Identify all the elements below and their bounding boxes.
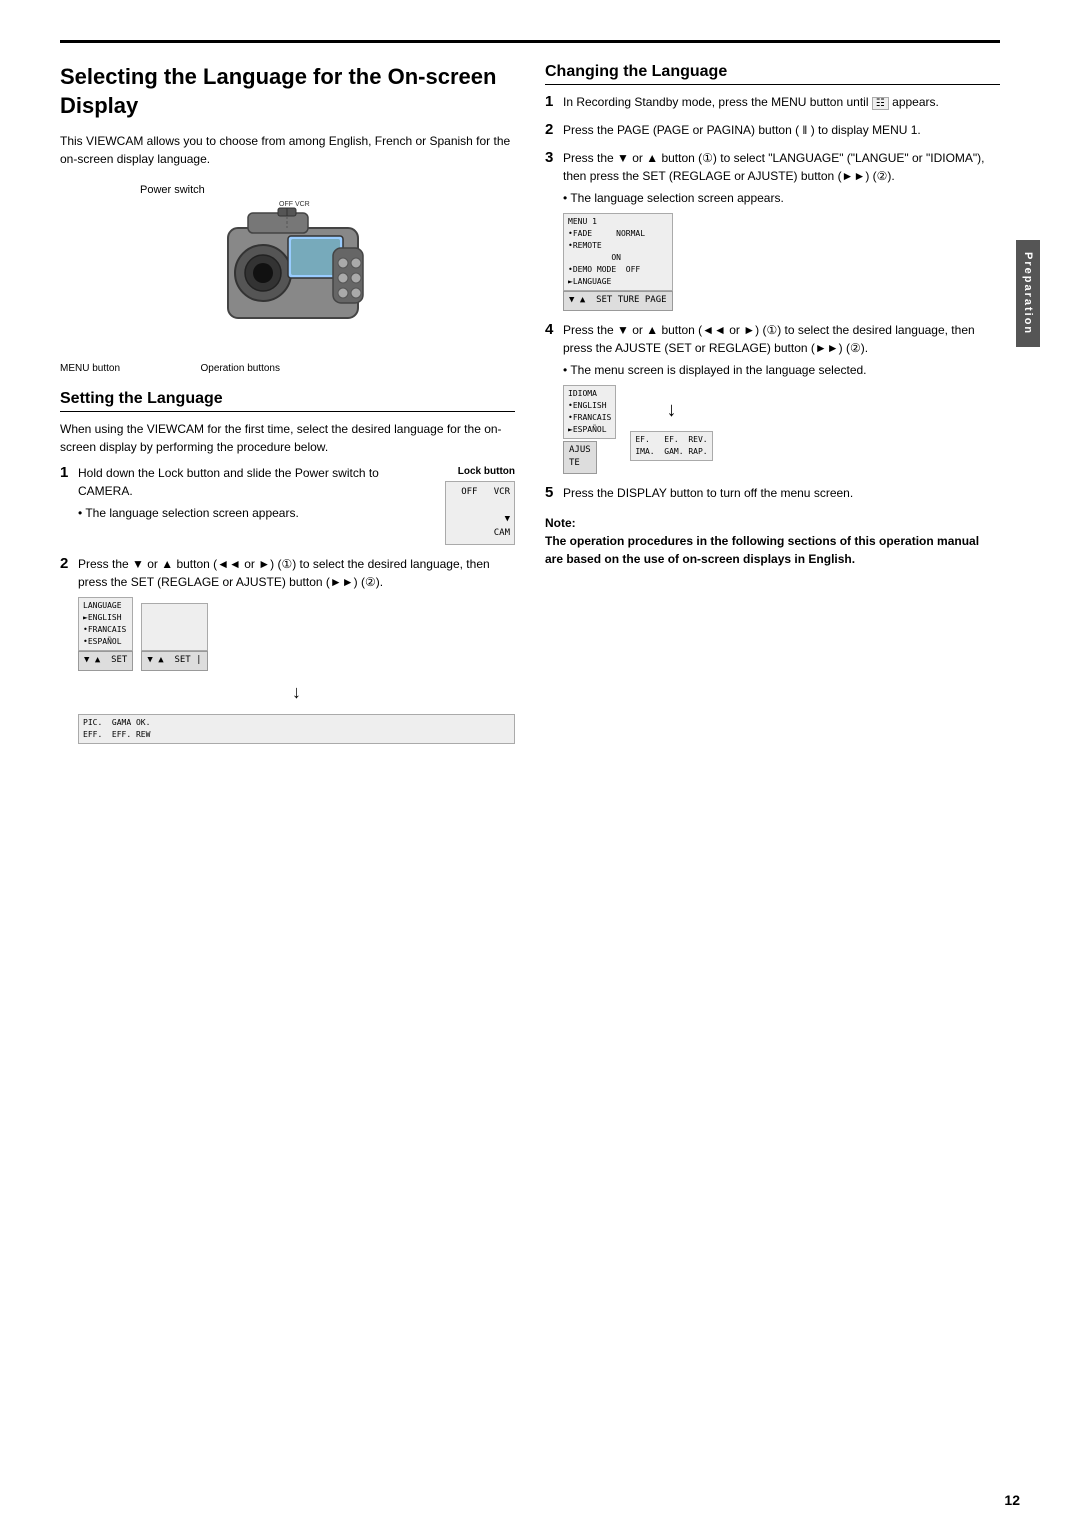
lock-diagram: OFF VCR▼CAM	[445, 481, 515, 545]
step-3-right-number: 3	[545, 149, 563, 166]
lock-button-label: Lock button	[435, 464, 515, 479]
step-4-right-bullets: The menu screen is displayed in the lang…	[563, 361, 1000, 379]
menu1-screen: MENU 1•FADE NORMAL•REMOTE ON•DEMO MODE O…	[563, 213, 673, 311]
step-1-right-main: In Recording Standby mode, press the MEN…	[563, 95, 939, 109]
step-5-right-text: Press the DISPLAY button to turn off the…	[563, 484, 1000, 502]
setting-heading: Setting the Language	[60, 390, 515, 412]
step-1-text: Hold down the Lock button and slide the …	[78, 464, 515, 545]
step-2-right-text: Press the PAGE (PAGE or PAGINA) button (…	[563, 121, 1000, 139]
diagram-set-1: LANGUAGE►ENGLISH•FRANCAIS•ESPAÑOL ▼ ▲ SE…	[78, 597, 515, 671]
down-arrow-right: ↓	[666, 395, 676, 425]
changing-heading: Changing the Language	[545, 63, 1000, 85]
ctrl-row-2: ▼ ▲ SET |	[141, 651, 207, 671]
step-2-diagrams: LANGUAGE►ENGLISH•FRANCAIS•ESPAÑOL ▼ ▲ SE…	[78, 597, 515, 744]
svg-text:OFF VCR: OFF VCR	[279, 201, 310, 208]
step-1-left: 1 Hold down the Lock button and slide th…	[60, 464, 515, 545]
step-3-right-main: Press the ▼ or ▲ button (①) to select "L…	[563, 151, 985, 183]
final-screen-left: PIC. GAMA OK.EFF. EFF. REW	[78, 714, 515, 744]
menu1-ctrl: ▼ ▲ SET TURE PAGE	[563, 291, 673, 311]
lcd-screen-2: ▼ ▲ SET |	[141, 603, 207, 671]
main-title: Selecting the Language for the On-screen…	[60, 63, 515, 120]
note-content: Note: The operation procedures in the fo…	[545, 514, 1000, 568]
ctrl-row-1: ▼ ▲ SET	[78, 651, 133, 671]
idioma-arrow-final: ↓ EF. EF. REV.IMA. GAM. RAP.	[630, 385, 712, 461]
lcd-text-2	[141, 603, 207, 651]
idioma-lcd-wrap: IDIOMA•ENGLISH•FRANCAIS►ESPAÑOL AJUSTE	[563, 385, 616, 474]
final-lcd: PIC. GAMA OK.EFF. EFF. REW	[78, 714, 515, 744]
step-4-right-number: 4	[545, 321, 563, 338]
step-2-right: 2 Press the PAGE (PAGE or PAGINA) button…	[545, 121, 1000, 139]
intro-text: This VIEWCAM allows you to choose from a…	[60, 132, 515, 168]
step-5-right: 5 Press the DISPLAY button to turn off t…	[545, 484, 1000, 502]
side-preparation-tab: Preparation	[1016, 240, 1040, 347]
step-2-number: 2	[60, 555, 78, 572]
step-1-right: 1 In Recording Standby mode, press the M…	[545, 93, 1000, 111]
step-1-main-text: Hold down the Lock button and slide the …	[78, 466, 379, 498]
idioma-screen: IDIOMA•ENGLISH•FRANCAIS►ESPAÑOL AJUSTE	[563, 385, 616, 474]
step-3-bullet: The language selection screen appears.	[563, 189, 1000, 207]
note-text: The operation procedures in the followin…	[545, 534, 979, 566]
idioma-diagram-wrap: IDIOMA•ENGLISH•FRANCAIS►ESPAÑOL AJUSTE	[563, 385, 1000, 474]
step-2-right-number: 2	[545, 121, 563, 138]
page-container: Selecting the Language for the On-screen…	[60, 40, 1020, 760]
left-column: Selecting the Language for the On-screen…	[60, 63, 515, 760]
page-number: 12	[1004, 1492, 1020, 1508]
power-switch-label: Power switch	[140, 184, 205, 196]
step-4-right-main: Press the ▼ or ▲ button (◄◄ or ►) (①) to…	[563, 323, 975, 355]
step-1-bullets: The language selection screen appears.	[78, 504, 425, 522]
step-4-right: 4 Press the ▼ or ▲ button (◄◄ or ►) (①) …	[545, 321, 1000, 474]
menu-button-label: MENU button	[60, 363, 120, 374]
setting-language-section: Setting the Language When using the VIEW…	[60, 390, 515, 744]
setting-intro: When using the VIEWCAM for the first tim…	[60, 420, 515, 456]
step-1-right-text: In Recording Standby mode, press the MEN…	[563, 93, 1000, 111]
step-2-left: 2 Press the ▼ or ▲ button (◄◄ or ►) (①) …	[60, 555, 515, 744]
lcd-text-1: LANGUAGE►ENGLISH•FRANCAIS•ESPAÑOL	[78, 597, 133, 651]
camera-svg: OFF VCR	[178, 198, 398, 358]
step-1-bullet-1: The language selection screen appears.	[78, 504, 425, 522]
lcd-screen-1: LANGUAGE►ENGLISH•FRANCAIS•ESPAÑOL ▼ ▲ SE…	[78, 597, 133, 671]
note-box: Note: The operation procedures in the fo…	[545, 514, 1000, 568]
step-4-bullet: The menu screen is displayed in the lang…	[563, 361, 1000, 379]
step-2-main-text: Press the ▼ or ▲ button (◄◄ or ►) (①) to…	[78, 557, 490, 589]
menu1-diagram: MENU 1•FADE NORMAL•REMOTE ON•DEMO MODE O…	[563, 213, 1000, 311]
two-col-layout: Selecting the Language for the On-screen…	[60, 63, 1000, 760]
step-5-right-number: 5	[545, 484, 563, 501]
step-3-right: 3 Press the ▼ or ▲ button (①) to select …	[545, 149, 1000, 311]
operation-buttons-label: Operation buttons	[201, 363, 281, 374]
top-rule	[60, 40, 1000, 43]
main-content: Selecting the Language for the On-screen…	[60, 40, 1020, 760]
idioma-ctrl: AJUSTE	[563, 441, 597, 474]
camera-diagram: Power switch	[60, 184, 515, 374]
step-2-right-main: Press the PAGE (PAGE or PAGINA) button (…	[563, 123, 921, 137]
right-column: Changing the Language 1 In Recording Sta…	[545, 63, 1000, 760]
step-3-right-bullets: The language selection screen appears.	[563, 189, 1000, 207]
step-2-text: Press the ▼ or ▲ button (◄◄ or ►) (①) to…	[78, 555, 515, 744]
note-label: Note:	[545, 516, 576, 530]
step-1-number: 1	[60, 464, 78, 481]
step-4-right-text: Press the ▼ or ▲ button (◄◄ or ►) (①) to…	[563, 321, 1000, 474]
menu1-lcd: MENU 1•FADE NORMAL•REMOTE ON•DEMO MODE O…	[563, 213, 673, 291]
final-idioma-lcd: EF. EF. REV.IMA. GAM. RAP.	[630, 431, 712, 461]
step-3-right-text: Press the ▼ or ▲ button (①) to select "L…	[563, 149, 1000, 311]
idioma-lcd: IDIOMA•ENGLISH•FRANCAIS►ESPAÑOL	[563, 385, 616, 439]
step-1-right-number: 1	[545, 93, 563, 110]
down-arrow-left: ↓	[78, 679, 515, 706]
